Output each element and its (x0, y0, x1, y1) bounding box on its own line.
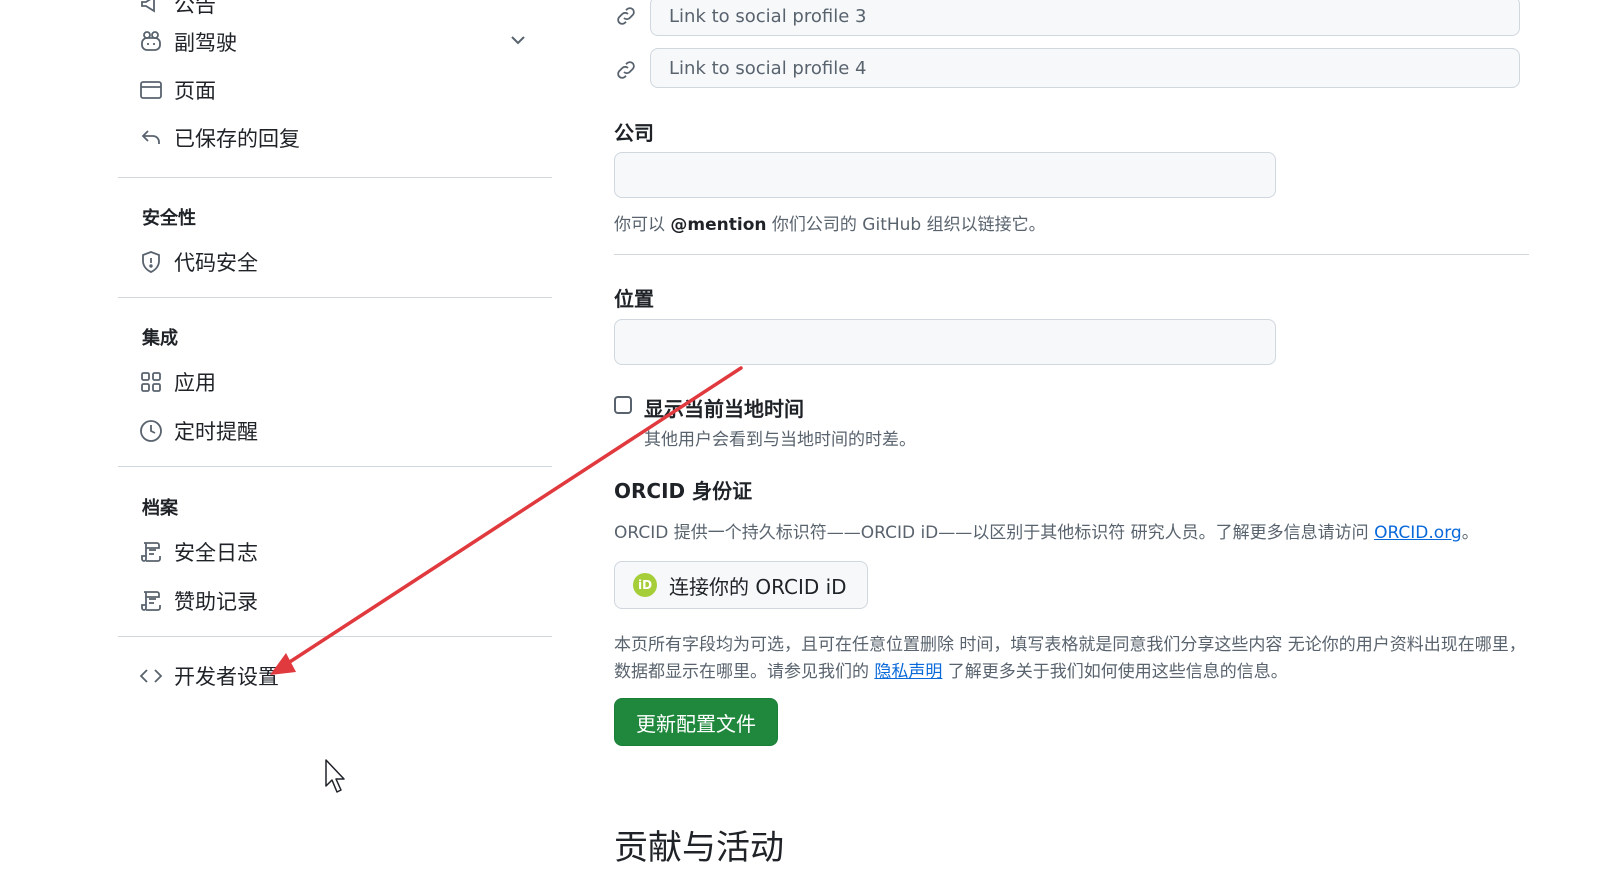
sidebar-item-label: 应用 (174, 371, 216, 395)
sidebar-item-saved-replies[interactable]: 已保存的回复 (138, 120, 300, 156)
orcid-icon: iD (633, 573, 657, 597)
sidebar-item-label: 已保存的回复 (174, 127, 300, 151)
reply-icon (138, 125, 164, 151)
social-profile-4-input[interactable] (650, 48, 1520, 88)
company-input[interactable] (614, 152, 1276, 198)
sidebar-item-label: 副驾驶 (174, 31, 237, 55)
local-time-label: 显示当前当地时间 (644, 397, 804, 421)
social-profile-3-input[interactable] (650, 0, 1520, 36)
sidebar-divider (118, 636, 552, 637)
chevron-down-icon[interactable] (508, 30, 528, 50)
log-icon (138, 588, 164, 614)
megaphone-icon (138, 0, 164, 17)
sidebar-item-developer-settings[interactable]: 开发者设置 (138, 658, 279, 694)
log-icon (138, 539, 164, 565)
orcid-heading: ORCID 身份证 (614, 479, 753, 503)
mention-text: @mention (670, 215, 767, 235)
company-note-text: 你可以 (614, 215, 671, 235)
sidebar-item-label: 代码安全 (174, 251, 258, 275)
sidebar-item-label: 公告 (174, 0, 216, 17)
local-time-note: 其他用户会看到与当地时间的时差。 (644, 430, 916, 450)
connect-orcid-button[interactable]: iD 连接你的 ORCID iD (614, 561, 868, 609)
orcid-description: ORCID 提供一个持久标识符——ORCID iD——以区别于其他标识符 研究人… (614, 518, 1479, 543)
connect-orcid-label: 连接你的 ORCID iD (669, 574, 847, 599)
link-icon (617, 61, 635, 79)
orcid-description-text: ORCID 提供一个持久标识符——ORCID iD——以区别于其他标识符 研究人… (614, 523, 1375, 543)
orcid-link[interactable]: ORCID.org (1374, 523, 1462, 543)
company-note-text: 你们公司的 GitHub 组织以链接它。 (766, 215, 1046, 235)
sidebar-divider (118, 466, 552, 467)
update-profile-button[interactable]: 更新配置文件 (614, 698, 778, 746)
sidebar-item-label: 页面 (174, 79, 216, 103)
sidebar-item-label: 定时提醒 (174, 420, 258, 444)
sidebar-item-label: 开发者设置 (174, 665, 279, 689)
privacy-note: 本页所有字段均为可选，且可在任意位置删除 时间，填写表格就是同意我们分享这些内容… (614, 632, 1534, 686)
local-time-checkbox[interactable] (614, 396, 632, 414)
clock-icon (138, 418, 164, 444)
copilot-icon (138, 29, 164, 55)
sidebar-heading-security: 安全性 (142, 208, 196, 229)
orcid-description-text: 。 (1461, 523, 1479, 543)
code-icon (138, 663, 164, 689)
sidebar-item-security-log[interactable]: 安全日志 (138, 534, 258, 570)
shield-icon (138, 249, 164, 275)
link-icon (617, 7, 635, 25)
sidebar-item-copilot[interactable]: 副驾驶 (138, 24, 237, 60)
sidebar-divider (118, 177, 552, 178)
company-note: 你可以 @mention 你们公司的 GitHub 组织以链接它。 (614, 210, 1046, 235)
privacy-statement-link[interactable]: 隐私声明 (874, 662, 942, 682)
sidebar-item-label: 赞助记录 (174, 590, 258, 614)
privacy-note-text: 了解更多关于我们如何使用这些信息的信息。 (942, 662, 1288, 682)
sidebar-item-code-security[interactable]: 代码安全 (138, 244, 258, 280)
location-input[interactable] (614, 319, 1276, 365)
sidebar-item-pages[interactable]: 页面 (138, 72, 216, 108)
apps-grid-icon (138, 369, 164, 395)
section-divider (614, 254, 1529, 255)
browser-icon (138, 77, 164, 103)
sidebar-item-announcements[interactable]: 公告 (138, 0, 216, 22)
company-label: 公司 (614, 121, 654, 145)
sidebar-heading-archives: 档案 (142, 498, 178, 519)
sidebar-item-applications[interactable]: 应用 (138, 364, 216, 400)
sidebar-divider (118, 297, 552, 298)
sidebar-item-sponsorship-log[interactable]: 赞助记录 (138, 583, 258, 619)
sidebar-heading-integrations: 集成 (142, 328, 178, 349)
location-label: 位置 (614, 287, 654, 311)
mouse-cursor-icon (325, 759, 345, 793)
sidebar-item-scheduled-reminders[interactable]: 定时提醒 (138, 413, 258, 449)
sidebar-item-label: 安全日志 (174, 541, 258, 565)
